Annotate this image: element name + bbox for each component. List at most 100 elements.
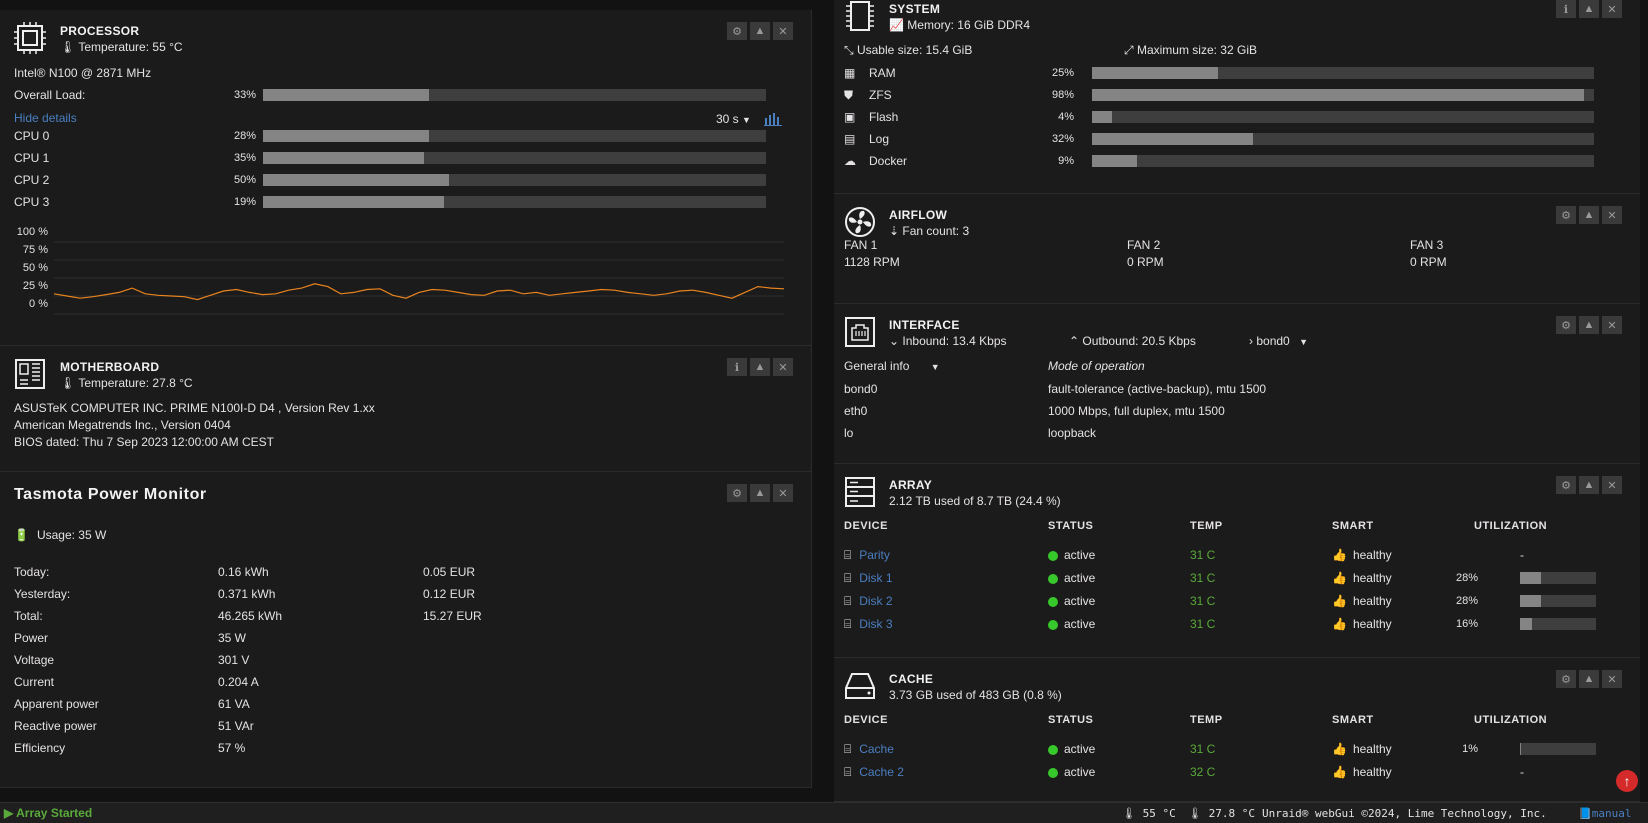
close-icon[interactable]: ✕ — [773, 22, 793, 40]
motherboard-line3: BIOS dated: Thu 7 Sep 2023 12:00:00 AM C… — [14, 435, 274, 449]
interface-detail: fault-tolerance (active-backup), mtu 150… — [1048, 382, 1267, 396]
log-icon: ▤ — [844, 132, 856, 146]
settings-icon[interactable]: ⚙ — [1556, 476, 1576, 494]
fan-count-text: Fan count: 3 — [902, 224, 970, 238]
thumbs-up-icon: 👍 — [1332, 617, 1347, 631]
system-memory-text: Memory: 16 GiB DDR4 — [907, 18, 1030, 32]
collapse-icon[interactable]: ▲ — [1579, 316, 1599, 334]
close-icon[interactable]: ✕ — [1602, 206, 1622, 224]
array-status: ▶ Array Started — [4, 806, 92, 820]
smart-cell: 👍 healthy — [1332, 571, 1392, 585]
load-graph — [54, 241, 784, 315]
footer-mb-temp: 🌡 27.8 °C — [1188, 807, 1255, 820]
close-icon[interactable]: ✕ — [1602, 476, 1622, 494]
device-cell[interactable]: ⌸ Cache — [844, 742, 894, 757]
tasmota-value: 0.371 kWh — [218, 587, 276, 601]
inbound-rate-text: Inbound: 13.4 Kbps — [902, 334, 1007, 348]
mode-header: Mode of operation — [1048, 359, 1145, 373]
tasmota-value: 301 V — [218, 653, 250, 667]
sort-icon: ⇣ — [889, 224, 900, 238]
info-icon[interactable]: ℹ — [727, 358, 747, 376]
motherboard-title: MOTHERBOARD — [60, 360, 160, 374]
close-icon[interactable]: ✕ — [773, 484, 793, 502]
footer-cpu-temp-text: 55 °C — [1142, 807, 1176, 820]
system-panel: SYSTEM 📈 Memory: 16 GiB DDR4 ℹ ▲ ✕ ⤡ Usa… — [834, 0, 1640, 194]
collapse-icon[interactable]: ▲ — [1579, 206, 1599, 224]
hdd-icon: ⌸ — [844, 617, 852, 631]
settings-icon[interactable]: ⚙ — [1556, 316, 1576, 334]
collapse-icon[interactable]: ▲ — [1579, 0, 1599, 18]
overall-load-fill — [263, 89, 429, 101]
device-link[interactable]: Parity — [859, 548, 890, 562]
hide-details-link[interactable]: Hide details — [14, 111, 77, 125]
close-icon[interactable]: ✕ — [773, 358, 793, 376]
settings-icon[interactable]: ⚙ — [727, 484, 747, 502]
processor-title: PROCESSOR — [60, 24, 140, 38]
settings-icon[interactable]: ⚙ — [1556, 670, 1576, 688]
device-cell[interactable]: ⌸ Disk 3 — [844, 617, 893, 632]
close-icon[interactable]: ✕ — [1602, 316, 1622, 334]
utilization-fill — [1520, 595, 1542, 607]
interval-select[interactable]: 30 s ▼ — [716, 112, 751, 126]
device-cell[interactable]: ⌸ Parity — [844, 548, 890, 563]
device-cell[interactable]: ⌸ Disk 1 — [844, 571, 893, 586]
tasmota-usage: 🔋 Usage: 35 W — [14, 528, 106, 542]
system-row-bar — [1092, 67, 1594, 79]
collapse-icon[interactable]: ▲ — [750, 484, 770, 502]
status-cell: active — [1048, 571, 1095, 585]
scroll-top-button[interactable]: ↑ — [1616, 770, 1638, 792]
footer-cpu-temp: 🌡 55 °C — [1122, 807, 1176, 820]
cpu-load-line — [54, 283, 784, 301]
tasmota-value: 57 % — [218, 741, 246, 755]
table-header: TEMP — [1190, 520, 1223, 532]
close-icon[interactable]: ✕ — [1602, 670, 1622, 688]
processor-temperature-text: Temperature: 55 °C — [78, 40, 183, 54]
device-cell[interactable]: ⌸ Disk 2 — [844, 594, 893, 609]
device-link[interactable]: Disk 2 — [859, 594, 892, 608]
fan-count: ⇣ Fan count: 3 — [889, 224, 969, 238]
collapse-icon[interactable]: ▲ — [1579, 476, 1599, 494]
collapse-icon[interactable]: ▲ — [1579, 670, 1599, 688]
smart-text: healthy — [1352, 742, 1392, 756]
chevron-down-icon: ▼ — [1299, 337, 1308, 347]
graph-tick-label: 25 % — [22, 280, 48, 292]
ram-icon: ▦ — [844, 66, 856, 80]
interval-value: 30 s — [716, 112, 739, 126]
device-link[interactable]: Disk 3 — [859, 617, 892, 631]
utilization-bar — [1520, 595, 1596, 607]
chart-icon[interactable] — [764, 112, 782, 126]
graph-tick-label: 100 % — [16, 226, 48, 238]
memory-icon — [846, 1, 874, 31]
battery-icon: 🔋 — [14, 528, 29, 542]
status-text: active — [1064, 617, 1096, 631]
system-row-label: RAM — [869, 66, 896, 80]
chevrons-down-icon: ⌄ — [889, 334, 900, 348]
tasmota-panel: Tasmota Power Monitor ⚙ ▲ ✕ 🔋 Usage: 35 W… — [0, 472, 812, 788]
collapse-icon[interactable]: ▲ — [750, 22, 770, 40]
collapse-icon[interactable]: ▲ — [750, 358, 770, 376]
motherboard-controls: ℹ ▲ ✕ — [727, 358, 793, 376]
tasmota-label: Voltage — [14, 653, 55, 667]
interface-detail: loopback — [1048, 426, 1097, 440]
device-cell[interactable]: ⌸ Cache 2 — [844, 765, 904, 780]
graph-tick-label: 0 % — [29, 298, 48, 310]
smart-cell: 👍 healthy — [1332, 617, 1392, 631]
close-icon[interactable]: ✕ — [1602, 0, 1622, 18]
cache-summary: 3.73 GB used of 483 GB (0.8 %) — [889, 688, 1062, 702]
info-icon[interactable]: ℹ — [1556, 0, 1576, 18]
status-text: active — [1064, 548, 1096, 562]
device-link[interactable]: Disk 1 — [859, 571, 892, 585]
settings-icon[interactable]: ⚙ — [1556, 206, 1576, 224]
settings-icon[interactable]: ⚙ — [727, 22, 747, 40]
manual-link[interactable]: 📘manual — [1578, 807, 1631, 820]
table-header: SMART — [1332, 520, 1374, 532]
tasmota-cost: 0.05 EUR — [423, 565, 476, 579]
device-link[interactable]: Cache 2 — [859, 765, 904, 779]
fan-rpm: 0 RPM — [1410, 255, 1447, 269]
status-cell: active — [1048, 548, 1095, 562]
interface-select[interactable]: › bond0 ▼ — [1249, 334, 1308, 348]
expand-icon: ⤢ — [1124, 43, 1134, 57]
hdd-icon: ⌸ — [844, 571, 852, 585]
general-info-select[interactable]: General info ▼ — [844, 359, 940, 373]
device-link[interactable]: Cache — [859, 742, 894, 756]
